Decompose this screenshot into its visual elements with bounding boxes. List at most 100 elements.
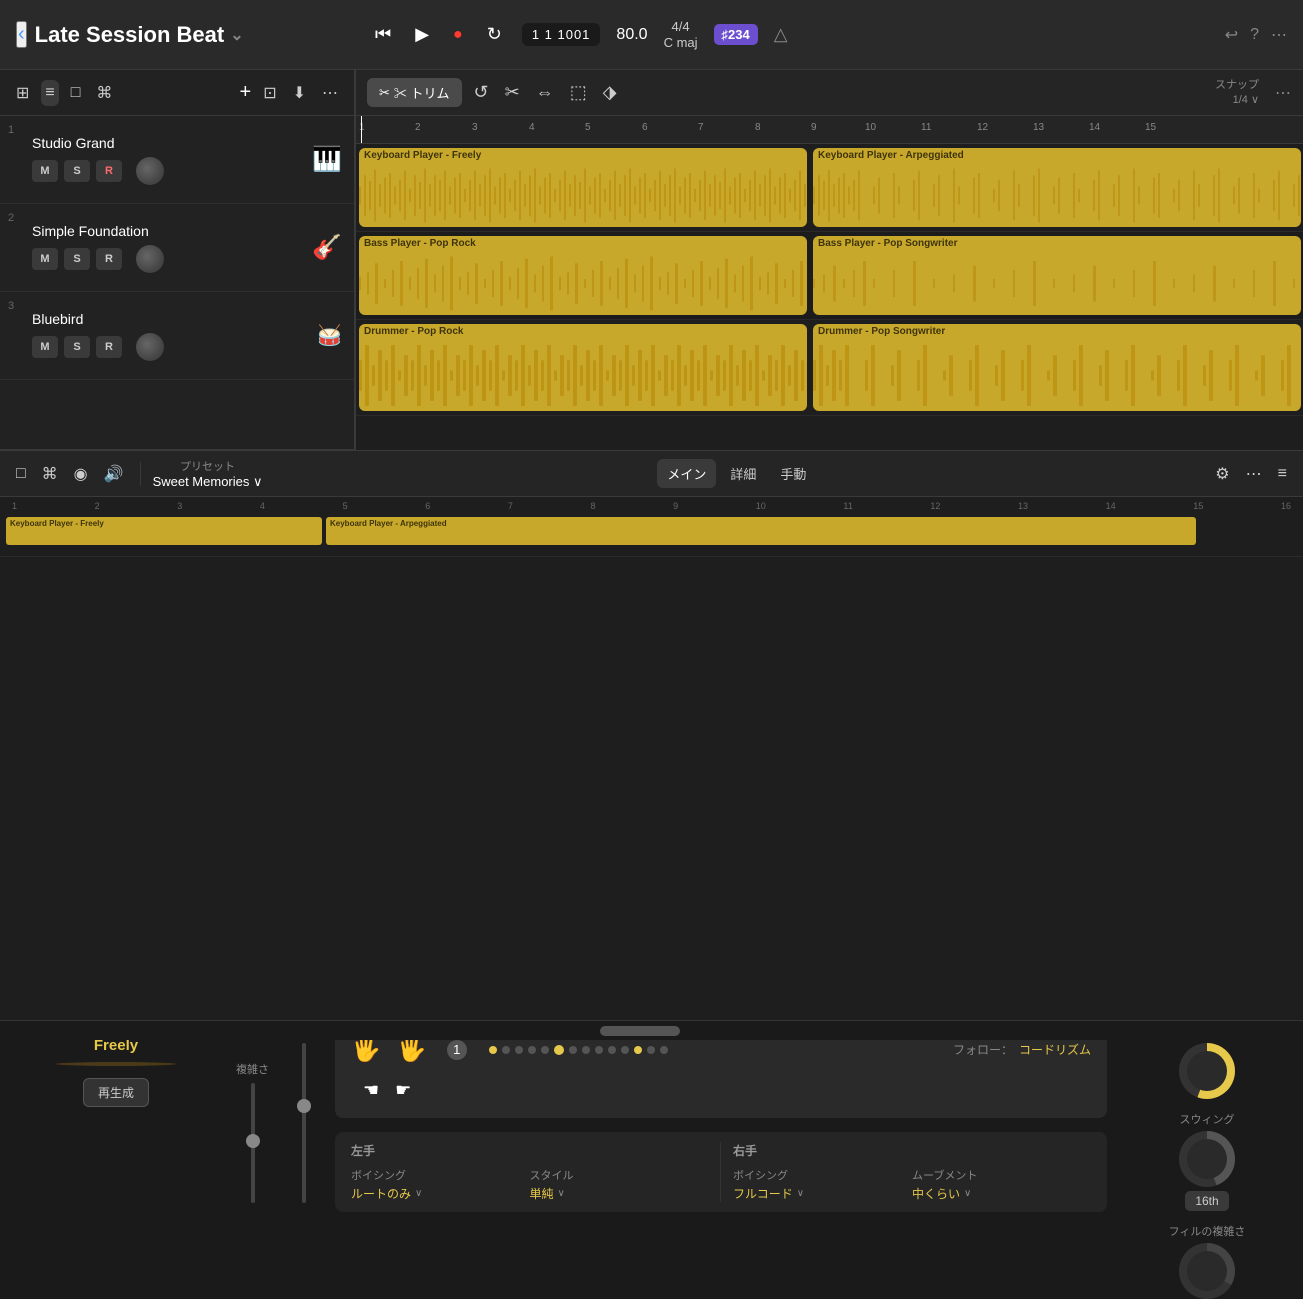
lower-view-btn-2[interactable]: ⌘ <box>38 460 62 488</box>
dot[interactable] <box>528 1046 536 1054</box>
region[interactable]: Bass Player - Pop Songwriter <box>813 236 1301 315</box>
fill-amount-knob[interactable] <box>1179 1043 1235 1099</box>
lower-view-btn-4[interactable]: 🔊 <box>100 460 128 488</box>
dot[interactable] <box>582 1046 590 1054</box>
dot[interactable] <box>634 1046 642 1054</box>
region[interactable]: Keyboard Player - Arpeggiated <box>813 148 1301 227</box>
chevron-icon[interactable]: ∨ <box>415 1188 422 1199</box>
region-waveform <box>813 340 1301 411</box>
undo-button[interactable]: ↩ <box>1225 25 1238 45</box>
intensity-slider-col: 強さ <box>293 1021 315 1203</box>
dot[interactable] <box>569 1046 577 1054</box>
chevron-icon[interactable]: ∨ <box>797 1188 804 1199</box>
title-chevron[interactable]: ⌄ <box>230 25 243 45</box>
dot[interactable] <box>489 1046 497 1054</box>
resize-button[interactable]: ⇔ <box>532 78 558 107</box>
record-button[interactable]: ● <box>449 22 467 48</box>
region[interactable]: Drummer - Pop Rock <box>359 324 807 411</box>
trim-button[interactable]: ✂ ✂ トリム <box>367 78 462 107</box>
tab-main[interactable]: メイン <box>657 459 716 488</box>
undo-tool-button[interactable]: ↺ <box>470 78 493 107</box>
play-button[interactable]: ▶ <box>411 20 433 49</box>
left-panel-more-button[interactable]: ⋯ <box>318 79 342 107</box>
dot[interactable] <box>595 1046 603 1054</box>
single-view-button[interactable]: □ <box>67 80 85 106</box>
mini-region[interactable]: Keyboard Player - Arpeggiated <box>326 517 1196 545</box>
swing-knob[interactable] <box>1179 1131 1235 1187</box>
tab-manual[interactable]: 手動 <box>770 459 816 488</box>
chevron-icon[interactable]: ∨ <box>558 1188 565 1199</box>
solo-button-2[interactable]: S <box>64 248 90 270</box>
dot[interactable] <box>515 1046 523 1054</box>
chevron-icon[interactable]: ∨ <box>964 1188 971 1199</box>
snap-value[interactable]: 1/4 ∨ <box>1215 93 1259 107</box>
dot[interactable] <box>660 1046 668 1054</box>
voicing-value: フルコード <box>733 1185 793 1202</box>
loop-region-button[interactable]: ⬚ <box>566 78 591 107</box>
intensity-slider[interactable] <box>302 1043 306 1203</box>
key-badge[interactable]: ♯234 <box>714 24 758 45</box>
param-item: ムーブメント 中くらい ∨ <box>912 1167 1091 1202</box>
record-button-1[interactable]: R <box>96 160 122 182</box>
preset-name[interactable]: Sweet Memories ∨ <box>153 474 263 490</box>
lower-view-btn-3[interactable]: ◉ <box>70 460 92 488</box>
list-view-button[interactable]: ≡ <box>41 80 58 106</box>
volume-knob-1[interactable] <box>136 157 164 185</box>
settings-view-button[interactable]: ⌘ <box>92 79 116 107</box>
dot[interactable] <box>541 1046 549 1054</box>
record-button-2[interactable]: R <box>96 248 122 270</box>
lower-lines-button[interactable]: ≡ <box>1274 460 1291 488</box>
record-button-3[interactable]: R <box>96 336 122 358</box>
tuner-icon: △ <box>774 24 788 45</box>
track-name: Bluebird <box>32 311 309 327</box>
ruler-mark: 13 <box>1033 122 1044 133</box>
region[interactable]: Bass Player - Pop Rock <box>359 236 807 315</box>
grid-view-button[interactable]: ⊞ <box>12 79 33 107</box>
dot[interactable] <box>647 1046 655 1054</box>
group-button[interactable]: ⊡ <box>259 79 280 107</box>
mute-button-3[interactable]: M <box>32 336 58 358</box>
lower-view-btn-1[interactable]: □ <box>12 461 30 487</box>
tab-detail[interactable]: 詳細 <box>720 459 766 488</box>
toolbar2-more-button[interactable]: ⋯ <box>1275 83 1291 103</box>
volume-knob-3[interactable] <box>136 333 164 361</box>
volume-knob-2[interactable] <box>136 245 164 273</box>
back-button[interactable]: ‹ <box>16 21 27 48</box>
download-button[interactable]: ⬇ <box>289 79 310 107</box>
complexity-label: 複雑さ <box>236 1061 269 1077</box>
lower-more-button[interactable]: ⋯ <box>1242 460 1266 488</box>
regenerate-button[interactable]: 再生成 <box>83 1078 149 1107</box>
swing-section: スウィング 16th <box>1127 1111 1287 1211</box>
note-value-button[interactable]: 16th <box>1185 1191 1228 1211</box>
solo-button-1[interactable]: S <box>64 160 90 182</box>
complexity-slider[interactable] <box>251 1083 255 1203</box>
help-button[interactable]: ? <box>1250 26 1259 44</box>
dot[interactable] <box>554 1045 564 1055</box>
track-number: 1 <box>8 124 24 136</box>
track-info: Bluebird M S R <box>32 311 309 361</box>
scroll-thumb[interactable] <box>600 1026 680 1036</box>
lower-settings-button[interactable]: ⚙ <box>1211 460 1233 488</box>
solo-button-3[interactable]: S <box>64 336 90 358</box>
pattern-right-hand[interactable]: ☛ <box>395 1080 411 1101</box>
region[interactable]: Drummer - Pop Songwriter <box>813 324 1301 411</box>
dot[interactable] <box>608 1046 616 1054</box>
split-button[interactable]: ✂ <box>501 78 524 107</box>
add-track-button[interactable]: + <box>240 79 252 107</box>
dot[interactable] <box>502 1046 510 1054</box>
loop-button[interactable]: ↻ <box>483 20 506 49</box>
mute-button-2[interactable]: M <box>32 248 58 270</box>
track-controls: M S R <box>32 157 304 185</box>
pattern-left-hand[interactable]: ☚ <box>363 1080 379 1101</box>
region[interactable]: Keyboard Player - Freely <box>359 148 807 227</box>
mini-region[interactable]: Keyboard Player - Freely <box>6 517 322 545</box>
mute-button-1[interactable]: M <box>32 160 58 182</box>
transport-more-button[interactable]: ⋯ <box>1271 25 1287 45</box>
intensity-thumb[interactable] <box>297 1099 311 1113</box>
rewind-button[interactable]: ⏮ <box>371 20 395 49</box>
mini-region-label: Keyboard Player - Arpeggiated <box>326 517 1196 530</box>
copy-button[interactable]: ⬗ <box>599 78 621 107</box>
dot[interactable] <box>621 1046 629 1054</box>
complexity-thumb[interactable] <box>246 1134 260 1148</box>
fill-complexity-knob[interactable] <box>1179 1243 1235 1299</box>
